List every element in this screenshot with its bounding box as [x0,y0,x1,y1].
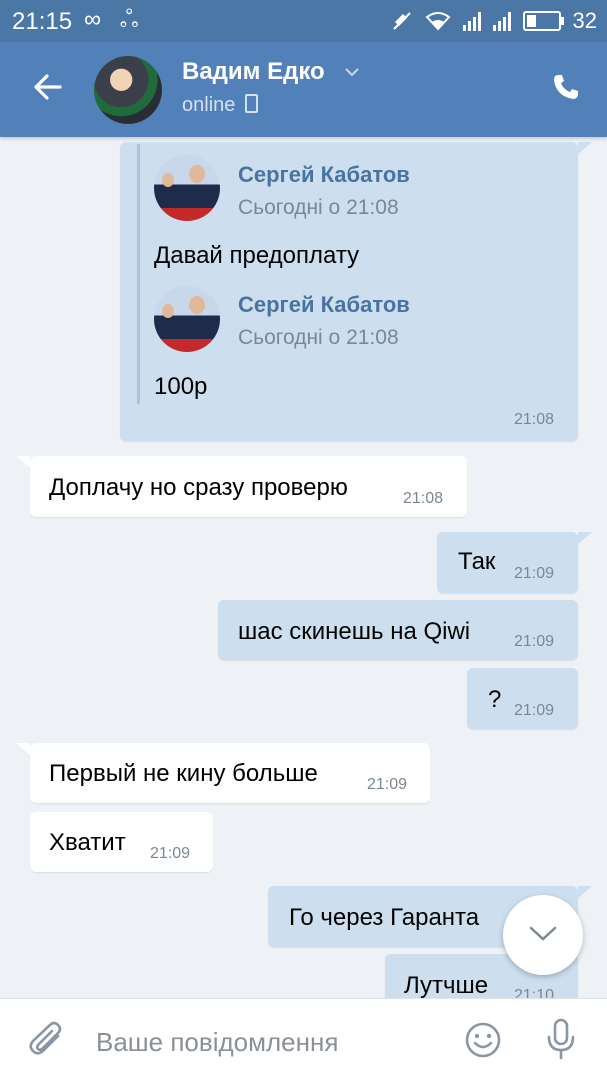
notification-icons: ∞ ஃ [84,6,145,33]
bubble-tail [578,532,592,544]
forward-quote-line [137,144,140,404]
message-text: Го через Гаранта [289,904,480,931]
message-text: Доплачу но сразу проверю [49,474,348,501]
message-text: Первый не кину больше [49,760,318,787]
message-time: 21:08 [514,411,555,428]
message-time: 21:08 [403,490,444,507]
status-right: 32 [391,7,597,35]
message-text: ? [488,686,502,713]
battery-icon [522,11,564,31]
bubble-tail [578,142,592,154]
forwarded-text: Давай предоплату [154,242,360,269]
emoji-icon[interactable] [464,1021,502,1059]
chevron-down-icon[interactable] [344,64,360,80]
contact-status: online [182,94,259,117]
forwarded-text: 100р [154,373,208,400]
message-time: 21:09 [514,702,555,719]
status-time: 21:15 [12,8,73,35]
message-text: Лутчше [404,972,489,999]
microphone-icon[interactable] [544,1017,578,1061]
paperclip-icon[interactable] [28,1020,66,1060]
message-composer: Ваше повідомлення [0,998,607,1081]
forwarded-date: Сьогодні о 21:08 [238,326,399,349]
phone-call-icon[interactable] [551,72,581,102]
bubble-tail [16,456,30,468]
message-text: Хватит [49,829,126,856]
chat-header: Вадим Едко online [0,42,607,137]
forwarded-author-avatar [154,286,220,352]
message-text: Так [458,548,496,575]
forwarded-author-name[interactable]: Сергей Кабатов [238,292,410,318]
contact-avatar[interactable] [94,56,162,124]
forwarded-author-name[interactable]: Сергей Кабатов [238,162,410,188]
mute-icon [392,12,411,30]
scroll-to-bottom-button[interactable] [503,895,583,975]
message-text: шас скинешь на Qiwi [238,618,471,645]
message-time: 21:09 [514,565,555,582]
message-input[interactable]: Ваше повідомлення [96,1027,338,1058]
signal-icon-2 [492,11,511,31]
battery-percent: 32 [572,8,597,33]
mobile-icon [245,94,259,113]
message-time: 21:09 [514,633,555,650]
forwarded-author-avatar [154,155,220,221]
status-text: online [182,94,236,116]
chevron-down-icon [529,926,557,941]
status-bar: 21:15 ∞ ஃ 32 [0,0,607,42]
forwarded-date: Сьогодні о 21:08 [238,196,399,219]
bubble-tail [578,886,592,898]
message-time: 21:09 [150,845,191,862]
bubble-tail [16,743,30,755]
message-time: 21:09 [367,776,408,793]
wifi-icon [425,12,451,31]
back-arrow-icon[interactable] [30,69,66,105]
signal-icon-1 [462,11,481,31]
contact-name[interactable]: Вадим Едко [182,58,325,86]
